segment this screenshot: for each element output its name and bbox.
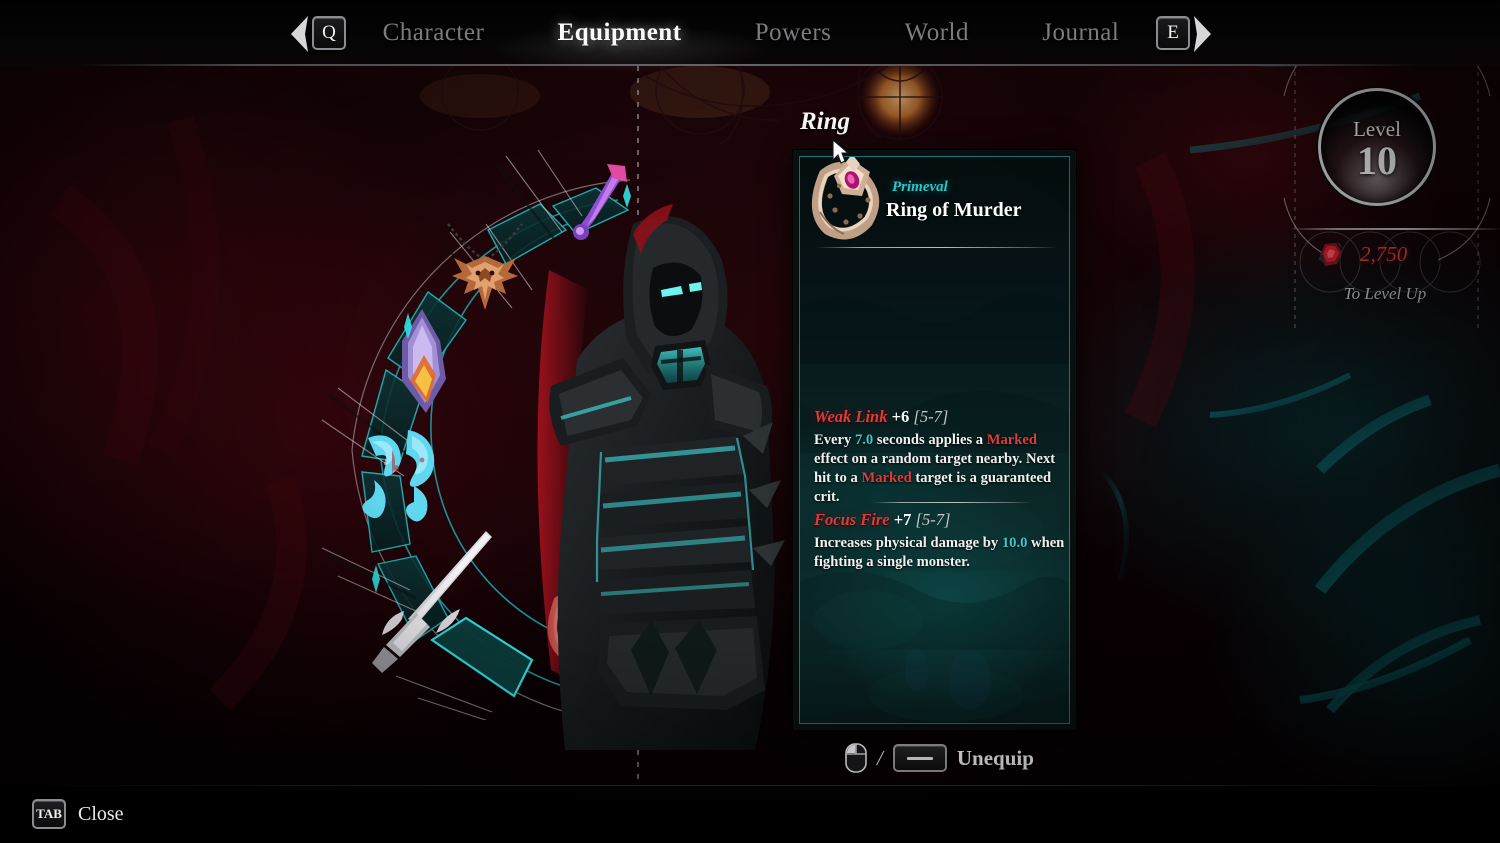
stat-description-2: Increases physical damage by 10.0 when f… bbox=[814, 535, 1065, 570]
blood-shard-icon bbox=[1312, 239, 1346, 269]
character-model bbox=[505, 150, 835, 750]
prev-tab-key[interactable]: Q bbox=[312, 16, 346, 50]
stat-title-2: Focus Fire +7 [5-7] bbox=[814, 510, 951, 529]
bottom-bar: TAB Close bbox=[0, 785, 1500, 843]
nav-tab-list: Character Equipment Powers World Journal bbox=[346, 15, 1156, 51]
slot-item-fire-crystal[interactable] bbox=[378, 305, 468, 420]
level-value: 10 bbox=[1357, 137, 1397, 183]
tab-world[interactable]: World bbox=[895, 15, 979, 51]
stat-value-1: +6 bbox=[891, 407, 910, 426]
tab-key-icon[interactable]: TAB bbox=[32, 799, 66, 829]
slot-type-label: Ring bbox=[800, 108, 851, 135]
item-tooltip: Primeval Ring of Murder Weak Link +6 [5-… bbox=[793, 150, 1076, 730]
stat-name-1: Weak Link bbox=[814, 407, 888, 426]
stat-description-1: Every 7.0 seconds applies a Marked effec… bbox=[814, 432, 1056, 505]
slot-item-frost-rune[interactable] bbox=[352, 420, 452, 530]
stat-title-1: Weak Link +6 [5-7] bbox=[814, 407, 949, 426]
chevron-left-icon[interactable] bbox=[286, 13, 312, 53]
top-bar-divider bbox=[80, 64, 1420, 66]
tooltip-inner: Primeval Ring of Murder Weak Link +6 [5-… bbox=[799, 156, 1070, 724]
stat-name-2: Focus Fire bbox=[814, 510, 890, 529]
next-tab-key[interactable]: E bbox=[1156, 16, 1190, 50]
level-badge: Level 10 bbox=[1318, 88, 1436, 206]
tab-equipment[interactable]: Equipment bbox=[548, 15, 692, 51]
level-disc: Level 10 bbox=[1318, 88, 1436, 206]
tab-powers[interactable]: Powers bbox=[745, 15, 842, 51]
bottom-bar-divider bbox=[0, 785, 1500, 786]
top-navigation-bar: Q Character Equipment Powers World Journ… bbox=[0, 0, 1500, 80]
level-label: Level bbox=[1353, 116, 1401, 141]
tooltip-separator-1 bbox=[816, 247, 1058, 248]
close-label: Close bbox=[78, 802, 124, 825]
item-rarity: Primeval bbox=[892, 179, 948, 195]
unequip-label: Unequip bbox=[956, 745, 1034, 770]
spacebar-key-icon[interactable] bbox=[892, 744, 947, 772]
stat-range-1: [5-7] bbox=[913, 407, 949, 426]
unequip-prompt[interactable]: / Unequip bbox=[845, 740, 1034, 776]
stat-range-2: [5-7] bbox=[915, 510, 951, 529]
item-name: Ring of Murder bbox=[886, 199, 1022, 221]
xp-display: 2,750 bbox=[1312, 232, 1492, 276]
to-level-up-label: To Level Up bbox=[1343, 284, 1427, 303]
stat-value-2: +7 bbox=[893, 510, 912, 529]
nav-tabs-container: Q Character Equipment Powers World Journ… bbox=[286, 0, 1216, 66]
tab-character[interactable]: Character bbox=[373, 15, 495, 51]
panel-divider-bottom bbox=[1288, 228, 1500, 230]
chevron-right-icon[interactable] bbox=[1190, 13, 1216, 53]
slot-item-greatsword[interactable] bbox=[360, 525, 500, 675]
tab-journal[interactable]: Journal bbox=[1032, 15, 1129, 51]
pointer-cursor-icon bbox=[832, 138, 850, 170]
game-screen: Q Character Equipment Powers World Journ… bbox=[0, 0, 1500, 843]
prompt-separator: / bbox=[877, 745, 883, 770]
mouse-left-click-icon bbox=[845, 743, 867, 773]
close-prompt[interactable]: TAB Close bbox=[32, 799, 124, 829]
xp-to-level-amount: 2,750 bbox=[1360, 241, 1408, 266]
